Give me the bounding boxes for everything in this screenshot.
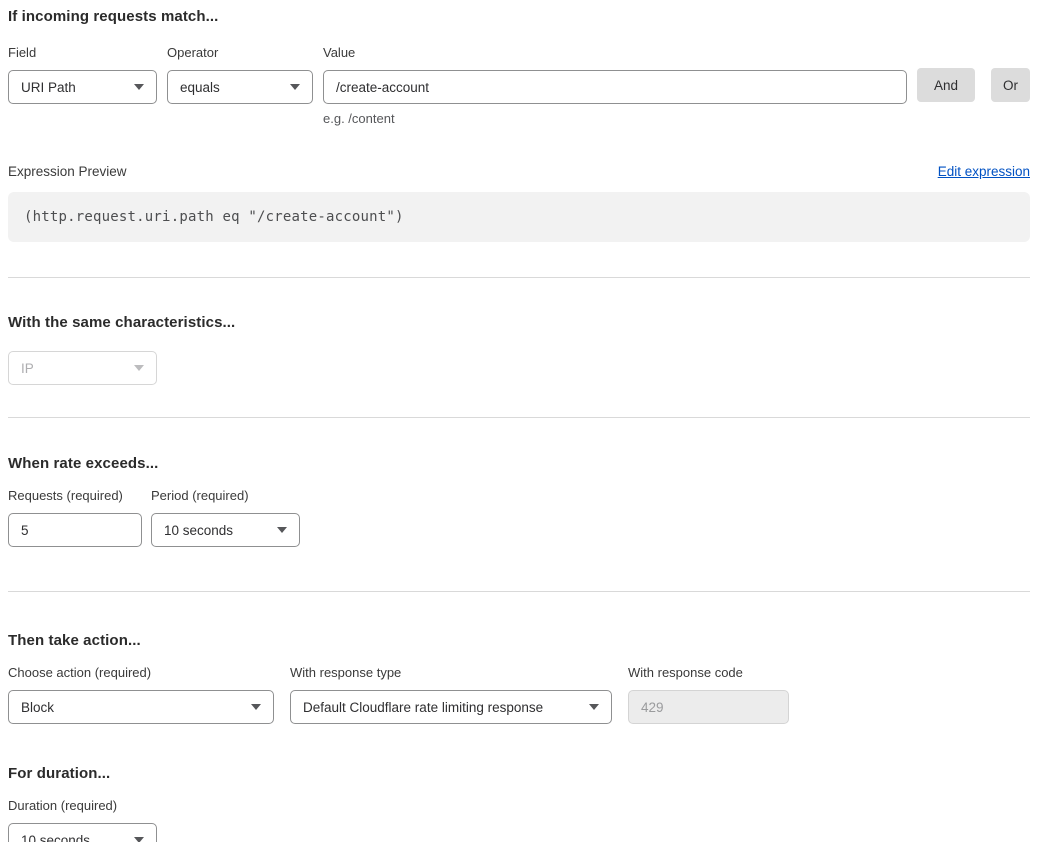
chevron-down-icon [134, 837, 144, 842]
section-for-duration: For duration... Duration (required) 10 s… [8, 765, 1030, 842]
action-row: Choose action (required) Block With resp… [8, 665, 1030, 724]
rate-limiting-rule-form: If incoming requests match... Field URI … [0, 0, 1048, 842]
field-group: Field URI Path [8, 45, 157, 104]
choose-action-label: Choose action (required) [8, 665, 274, 680]
expression-preview-header: Expression Preview Edit expression [8, 164, 1030, 179]
rate-row: Requests (required) Period (required) 10… [8, 488, 1030, 547]
choose-action-select[interactable]: Block [8, 690, 274, 724]
edit-expression-link[interactable]: Edit expression [938, 164, 1030, 179]
choose-action-select-value: Block [21, 700, 54, 715]
operator-select[interactable]: equals [167, 70, 313, 104]
section-same-characteristics: With the same characteristics... IP [8, 314, 1030, 385]
section-take-action: Then take action... Choose action (requi… [8, 632, 1030, 724]
rate-heading: When rate exceeds... [8, 455, 1030, 472]
duration-heading: For duration... [8, 765, 1030, 782]
section-divider [8, 277, 1030, 278]
match-heading: If incoming requests match... [8, 8, 1030, 25]
operator-group: Operator equals [167, 45, 313, 104]
requests-label: Requests (required) [8, 488, 142, 503]
duration-select-value: 10 seconds [21, 833, 90, 842]
match-condition-row: Field URI Path Operator equals Value e.g… [8, 45, 1030, 126]
value-helper-text: e.g. /content [323, 111, 907, 126]
section-divider [8, 417, 1030, 418]
field-select[interactable]: URI Path [8, 70, 157, 104]
value-label: Value [323, 45, 907, 60]
response-type-label: With response type [290, 665, 612, 680]
requests-group: Requests (required) [8, 488, 142, 547]
section-rate-exceeds: When rate exceeds... Requests (required)… [8, 455, 1030, 547]
and-button[interactable]: And [917, 68, 975, 102]
expression-preview-label: Expression Preview [8, 164, 127, 179]
section-incoming-requests-match: If incoming requests match... Field URI … [8, 8, 1030, 242]
response-type-select[interactable]: Default Cloudflare rate limiting respons… [290, 690, 612, 724]
chevron-down-icon [134, 365, 144, 371]
operator-label: Operator [167, 45, 313, 60]
field-label: Field [8, 45, 157, 60]
expression-preview-code: (http.request.uri.path eq "/create-accou… [8, 192, 1030, 242]
choose-action-group: Choose action (required) Block [8, 665, 274, 724]
period-select[interactable]: 10 seconds [151, 513, 300, 547]
response-code-label: With response code [628, 665, 789, 680]
period-select-value: 10 seconds [164, 523, 233, 538]
response-type-select-value: Default Cloudflare rate limiting respons… [303, 700, 543, 715]
duration-group: Duration (required) 10 seconds [8, 798, 1020, 842]
duration-label: Duration (required) [8, 798, 1020, 813]
period-group: Period (required) 10 seconds [151, 488, 300, 547]
response-type-group: With response type Default Cloudflare ra… [290, 665, 612, 724]
chevron-down-icon [589, 704, 599, 710]
characteristics-heading: With the same characteristics... [8, 314, 1030, 331]
characteristic-select-value: IP [21, 361, 34, 376]
characteristic-select: IP [8, 351, 157, 385]
chevron-down-icon [290, 84, 300, 90]
chevron-down-icon [277, 527, 287, 533]
value-input[interactable] [323, 70, 907, 104]
period-label: Period (required) [151, 488, 300, 503]
requests-input[interactable] [8, 513, 142, 547]
response-code-input [628, 690, 789, 724]
chevron-down-icon [134, 84, 144, 90]
section-divider [8, 591, 1030, 592]
operator-select-value: equals [180, 80, 220, 95]
or-button[interactable]: Or [991, 68, 1030, 102]
value-group: Value e.g. /content [323, 45, 907, 126]
duration-select[interactable]: 10 seconds [8, 823, 157, 842]
chevron-down-icon [251, 704, 261, 710]
action-heading: Then take action... [8, 632, 1030, 649]
field-select-value: URI Path [21, 80, 76, 95]
response-code-group: With response code [628, 665, 789, 724]
